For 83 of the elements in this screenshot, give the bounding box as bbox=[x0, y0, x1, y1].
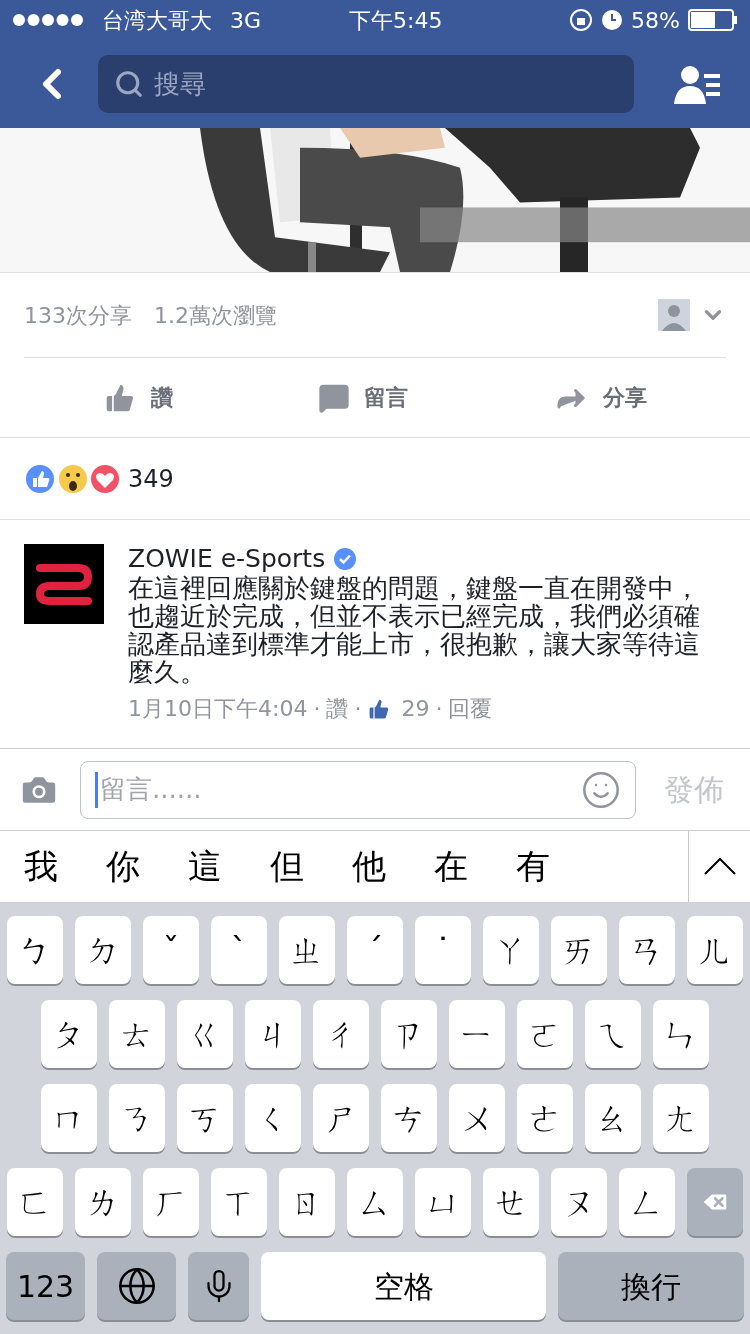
network-type: 3G bbox=[230, 6, 262, 35]
search-field[interactable]: 搜尋 bbox=[98, 55, 634, 113]
status-time: 下午5:45 bbox=[349, 6, 443, 35]
keyboard-key[interactable]: ㄗ bbox=[381, 1000, 437, 1068]
candidate-word[interactable]: 但 bbox=[270, 841, 304, 892]
post-action-button[interactable]: 讚 bbox=[102, 380, 173, 415]
keyboard-key[interactable]: ㄛ bbox=[517, 1000, 573, 1068]
keyboard-key[interactable]: ㄒ bbox=[211, 1168, 267, 1236]
candidate-word[interactable]: 他 bbox=[352, 841, 386, 892]
keyboard-key[interactable]: ㄓ bbox=[279, 916, 335, 984]
keyboard-key[interactable]: ㄙ bbox=[347, 1168, 403, 1236]
chevron-up-icon bbox=[703, 858, 736, 875]
reaction-count[interactable]: 349 bbox=[128, 460, 174, 497]
thumbs-up-icon bbox=[367, 696, 392, 721]
comment-like-count: 29 bbox=[401, 695, 430, 723]
keyboard-key[interactable]: ㄢ bbox=[619, 916, 675, 984]
keyboard-key[interactable]: ㄊ bbox=[109, 1000, 165, 1068]
keyboard-key[interactable]: ㄐ bbox=[245, 1000, 301, 1068]
separator-dot: · bbox=[354, 695, 362, 723]
keyboard-key[interactable]: ㄖ bbox=[279, 1168, 335, 1236]
keyboard-key[interactable]: ˋ bbox=[211, 916, 267, 984]
search-icon bbox=[114, 69, 144, 99]
candidate-word[interactable]: 我 bbox=[24, 841, 58, 892]
candidate-word[interactable]: 你 bbox=[106, 841, 140, 892]
keyboard-key[interactable]: ㄆ bbox=[41, 1000, 97, 1068]
keyboard-key[interactable]: ㄇ bbox=[41, 1084, 97, 1152]
keyboard-key[interactable]: ㄜ bbox=[517, 1084, 573, 1152]
keyboard-key[interactable]: ㄏ bbox=[143, 1168, 199, 1236]
separator-dot: · bbox=[435, 695, 443, 723]
keyboard-key[interactable]: ㄠ bbox=[585, 1084, 641, 1152]
keyboard-key[interactable]: ㄅ bbox=[7, 916, 63, 984]
keyboard-key[interactable]: ㄥ bbox=[619, 1168, 675, 1236]
numbers-key[interactable]: 123 bbox=[6, 1252, 86, 1320]
keyboard-key[interactable]: ˊ bbox=[347, 916, 403, 984]
keyboard-key[interactable]: ㄦ bbox=[687, 916, 743, 984]
battery-percentage: 58% bbox=[631, 6, 680, 35]
rotation-lock-icon bbox=[569, 8, 594, 32]
candidate-word[interactable]: 在 bbox=[434, 841, 468, 892]
space-key[interactable]: 空格 bbox=[261, 1252, 547, 1320]
friends-list-icon[interactable] bbox=[674, 64, 722, 104]
view-count: 1.2萬次瀏覽 bbox=[154, 301, 277, 330]
comment-placeholder: 留言...... bbox=[100, 773, 202, 806]
keyboard-key[interactable]: ㄟ bbox=[585, 1000, 641, 1068]
search-placeholder: 搜尋 bbox=[154, 67, 206, 101]
keyboard-key[interactable]: ㄡ bbox=[551, 1168, 607, 1236]
candidate-word[interactable]: 有 bbox=[516, 841, 550, 892]
keyboard-key[interactable]: ˇ bbox=[143, 916, 199, 984]
comment-timestamp: 1月10日下午4:04 bbox=[128, 695, 308, 723]
keyboard-key[interactable]: ㄤ bbox=[653, 1084, 709, 1152]
comment-author[interactable]: ZOWIE e-Sports bbox=[128, 544, 326, 574]
signal-strength-icon bbox=[12, 13, 84, 27]
keyboard-key[interactable]: ㄑ bbox=[245, 1084, 301, 1152]
keyboard-key[interactable]: ㄎ bbox=[177, 1084, 233, 1152]
globe-key[interactable] bbox=[97, 1252, 177, 1320]
keyboard-key[interactable]: ㄞ bbox=[551, 916, 607, 984]
keyboard-key[interactable]: ㄩ bbox=[415, 1168, 471, 1236]
post-action-button[interactable]: 分享 bbox=[553, 379, 648, 416]
emoji-icon[interactable] bbox=[581, 769, 621, 810]
alarm-clock-icon bbox=[601, 9, 624, 31]
comment-text: 在這裡回應關於鍵盤的問題，鍵盤一直在開發中，也趨近於完成，但並不表示已經完成，我們必須確認產品達到標準才能上市，很抱歉，讓大家等待這麼久。 bbox=[128, 574, 701, 686]
keyboard-key[interactable]: ㄨ bbox=[449, 1084, 505, 1152]
candidate-word[interactable]: 這 bbox=[188, 841, 222, 892]
page-logo[interactable] bbox=[24, 544, 104, 624]
keyboard-key[interactable]: ㄋ bbox=[109, 1084, 165, 1152]
keyboard-key[interactable]: ㄕ bbox=[313, 1084, 369, 1152]
keyboard-key[interactable]: ㄔ bbox=[313, 1000, 369, 1068]
return-key[interactable]: 換行 bbox=[558, 1252, 744, 1320]
keyboard-key[interactable]: ˙ bbox=[415, 916, 471, 984]
keyboard-key[interactable]: ㄧ bbox=[449, 1000, 505, 1068]
post-action-button[interactable]: 留言 bbox=[318, 381, 408, 414]
dictation-key[interactable] bbox=[188, 1252, 250, 1320]
keyboard-key[interactable]: ㄈ bbox=[7, 1168, 63, 1236]
keyboard-key[interactable]: ㄍ bbox=[177, 1000, 233, 1068]
keyboard-key[interactable]: ㄌ bbox=[75, 1168, 131, 1236]
separator-dot: · bbox=[313, 695, 321, 723]
keyboard-key[interactable]: ㄣ bbox=[653, 1000, 709, 1068]
globe-icon bbox=[116, 1266, 157, 1306]
carrier-name: 台湾大哥大 bbox=[102, 6, 212, 35]
keyboard-key[interactable]: ㄝ bbox=[483, 1168, 539, 1236]
keyboard-key[interactable]: ㄉ bbox=[75, 916, 131, 984]
keyboard-key[interactable]: ㄚ bbox=[483, 916, 539, 984]
battery-icon bbox=[688, 9, 738, 31]
keyboard-key[interactable]: ㄘ bbox=[381, 1084, 437, 1152]
